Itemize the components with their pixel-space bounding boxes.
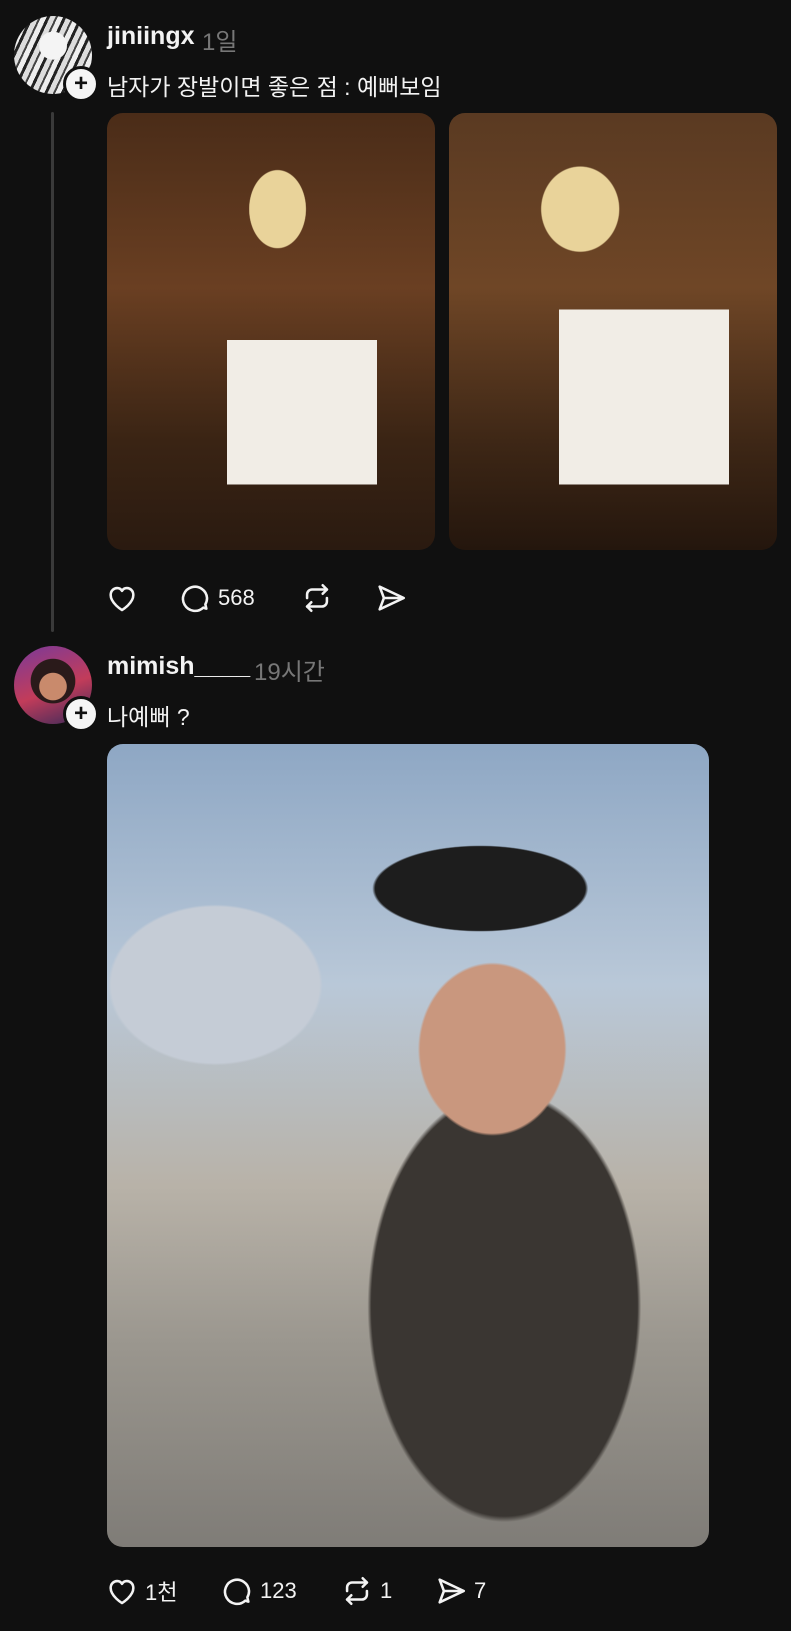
send-icon <box>378 585 406 611</box>
repost-count: 1 <box>380 1578 393 1603</box>
post-text: 남자가 장발이면 좋은 점 : 예뻐보임 <box>107 74 442 100</box>
repost-button[interactable]: 1 <box>340 1571 392 1611</box>
send-icon <box>438 1578 466 1604</box>
repost-icon <box>305 583 329 613</box>
share-button[interactable] <box>374 578 414 618</box>
post-photo-1[interactable] <box>107 113 435 550</box>
username[interactable]: mimish____ <box>107 652 250 681</box>
username[interactable]: jiniingx <box>107 22 195 51</box>
comment-icon <box>223 1578 251 1606</box>
share-count: 7 <box>474 1578 487 1603</box>
action-bar: 568 <box>0 578 791 618</box>
thread-line <box>51 112 54 632</box>
reply-count: 568 <box>218 585 255 610</box>
reply-button[interactable]: 123 <box>220 1571 297 1611</box>
reply-button[interactable]: 568 <box>178 578 255 618</box>
reply-count: 123 <box>260 1578 297 1603</box>
like-button[interactable] <box>105 578 145 618</box>
comment-icon <box>181 585 209 613</box>
timestamp: 19시간 <box>254 659 325 686</box>
post-text: 나예뻐 ? <box>107 704 190 730</box>
like-count: 1천 <box>145 1580 178 1605</box>
timestamp: 1일 <box>202 29 238 56</box>
follow-plus-icon[interactable]: + <box>63 696 99 732</box>
like-button[interactable]: 1천 <box>105 1571 177 1611</box>
repost-button[interactable] <box>300 578 340 618</box>
heart-icon <box>109 586 135 612</box>
post-photo-1[interactable] <box>107 744 709 1547</box>
repost-icon <box>345 1576 369 1606</box>
action-bar: 1천 123 1 7 <box>0 1571 791 1611</box>
follow-plus-icon[interactable]: + <box>63 66 99 102</box>
heart-icon <box>109 1579 135 1605</box>
post-photo-2[interactable] <box>449 113 777 550</box>
share-button[interactable]: 7 <box>434 1571 486 1611</box>
